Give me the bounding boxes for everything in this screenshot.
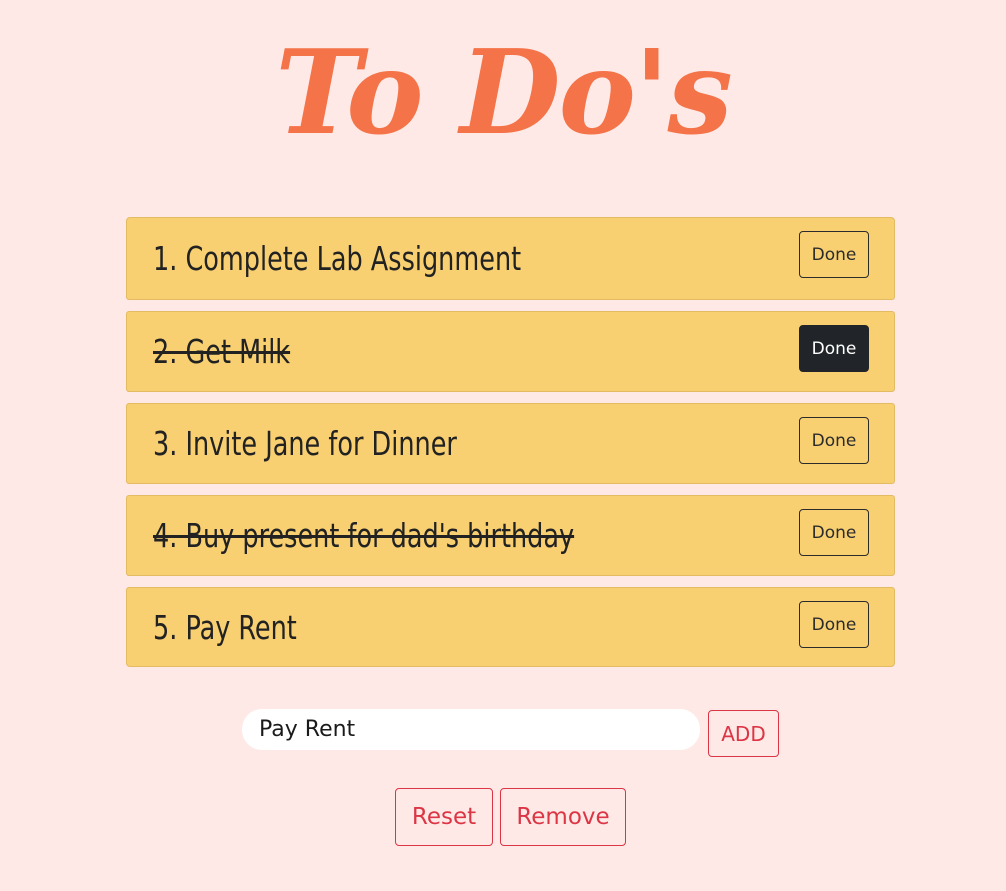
todo-item: 1. Complete Lab Assignment Done xyxy=(126,217,895,300)
todo-list: 1. Complete Lab Assignment Done 2. Get M… xyxy=(126,217,895,667)
todo-item-text: 2. Get Milk xyxy=(153,332,291,371)
done-button[interactable]: Done xyxy=(799,417,869,464)
done-button[interactable]: Done xyxy=(799,601,869,648)
todo-item: 3. Invite Jane for Dinner Done xyxy=(126,403,895,484)
todo-item-text: 3. Invite Jane for Dinner xyxy=(153,424,457,463)
todo-item-text: 1. Complete Lab Assignment xyxy=(153,239,522,278)
reset-button[interactable]: Reset xyxy=(395,788,493,846)
todo-item: 4. Buy present for dad's birthday Done xyxy=(126,495,895,576)
add-button[interactable]: ADD xyxy=(708,710,779,757)
todo-item: 2. Get Milk Done xyxy=(126,311,895,392)
new-todo-input[interactable] xyxy=(242,709,700,750)
todo-item-text: 4. Buy present for dad's birthday xyxy=(153,516,575,555)
done-button[interactable]: Done xyxy=(799,325,869,372)
todo-item: 5. Pay Rent Done xyxy=(126,587,895,667)
done-button[interactable]: Done xyxy=(799,231,869,278)
page-title: To Do's xyxy=(275,25,733,161)
done-button[interactable]: Done xyxy=(799,509,869,556)
remove-button[interactable]: Remove xyxy=(500,788,626,846)
todo-item-text: 5. Pay Rent xyxy=(153,607,297,647)
